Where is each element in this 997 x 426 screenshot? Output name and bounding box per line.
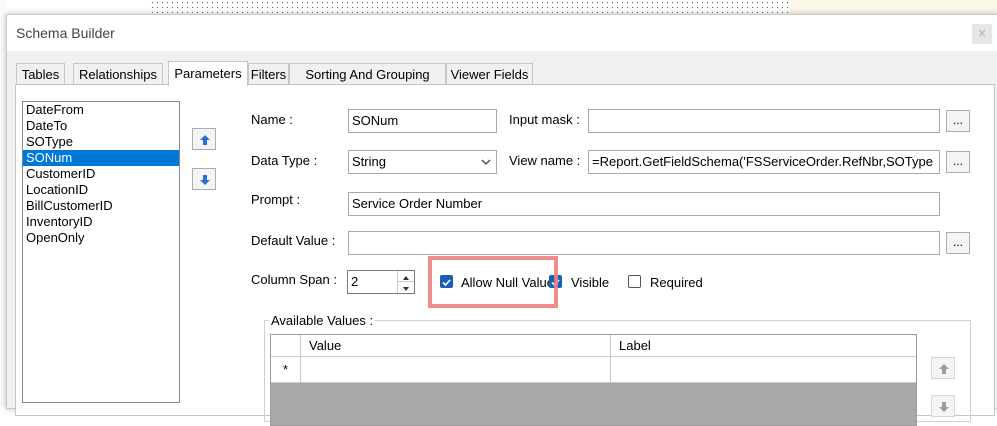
visible-label: Visible <box>571 275 610 290</box>
tab-relationships[interactable]: Relationships <box>73 63 163 85</box>
list-item[interactable]: DateFrom <box>23 102 179 118</box>
column-header-value[interactable]: Value <box>301 335 611 357</box>
column-header-label[interactable]: Label <box>611 335 916 357</box>
view-name-browse-button[interactable]: ... <box>946 151 970 173</box>
list-item-selected[interactable]: SONum <box>23 150 179 166</box>
list-item[interactable]: OpenOnly <box>23 230 179 246</box>
row-header-corner <box>271 335 301 357</box>
background-designer-grid <box>150 0 790 14</box>
default-value-field[interactable] <box>348 231 940 255</box>
grid-header-row: Value Label <box>271 335 916 357</box>
list-item[interactable]: LocationID <box>23 182 179 198</box>
list-item[interactable]: InventoryID <box>23 214 179 230</box>
input-mask-label: Input mask : <box>509 112 580 127</box>
default-value-browse-button[interactable]: ... <box>946 232 970 254</box>
list-item[interactable]: CustomerID <box>23 166 179 182</box>
schema-builder-dialog: Schema Builder ✕ Tables Relationships Pa… <box>6 14 997 426</box>
list-item[interactable]: DateTo <box>23 118 179 134</box>
spin-buttons <box>397 271 414 293</box>
tab-viewer-fields[interactable]: Viewer Fields <box>446 63 533 85</box>
input-mask-browse-button[interactable]: ... <box>946 110 970 132</box>
title-bar: Schema Builder ✕ <box>7 15 997 51</box>
tab-filters[interactable]: Filters <box>248 63 289 85</box>
parameter-list[interactable]: DateFrom DateTo SOType SONum CustomerID … <box>22 101 180 403</box>
view-name-field[interactable]: =Report.GetFieldSchema('FSServiceOrder.R… <box>588 150 940 174</box>
parameters-panel: DateFrom DateTo SOType SONum CustomerID … <box>15 84 995 426</box>
list-item[interactable]: BillCustomerID <box>23 198 179 214</box>
available-values-title: Available Values : <box>269 313 376 328</box>
list-item[interactable]: SOType <box>23 134 179 150</box>
required-checkbox[interactable] <box>628 275 641 288</box>
spin-down-icon <box>403 287 409 291</box>
label-cell[interactable] <box>611 357 916 383</box>
tab-parameters[interactable]: Parameters <box>168 61 248 86</box>
name-field[interactable]: SONum <box>348 109 497 133</box>
values-move-down-button[interactable] <box>931 395 955 417</box>
highlight-annotation <box>428 256 558 308</box>
name-label: Name : <box>251 112 293 127</box>
column-span-label: Column Span : <box>251 272 337 287</box>
spin-up-button[interactable] <box>398 271 414 282</box>
data-type-select[interactable]: String <box>348 150 497 174</box>
arrow-down-icon <box>200 175 210 185</box>
required-label: Required <box>650 275 703 290</box>
prompt-label: Prompt : <box>251 192 301 207</box>
tab-sorting-and-grouping[interactable]: Sorting And Grouping <box>289 63 446 85</box>
column-span-stepper[interactable]: 2 <box>347 270 415 294</box>
prompt-field[interactable]: Service Order Number <box>348 192 940 216</box>
data-type-value: String <box>352 154 386 169</box>
data-type-label: Data Type : <box>251 153 318 168</box>
value-cell[interactable] <box>301 357 611 383</box>
dialog-title: Schema Builder <box>16 25 115 41</box>
column-span-value: 2 <box>351 274 359 289</box>
values-move-up-button[interactable] <box>931 357 955 379</box>
input-mask-field[interactable] <box>588 109 940 133</box>
default-value-label: Default Value : <box>251 233 336 248</box>
spin-down-button[interactable] <box>398 282 414 293</box>
grid-empty-area <box>271 383 916 425</box>
tab-tables[interactable]: Tables <box>16 63 65 85</box>
close-icon: ✕ <box>977 28 987 40</box>
table-row: * <box>271 357 916 383</box>
move-up-button[interactable] <box>192 128 216 150</box>
chevron-down-icon <box>481 159 491 165</box>
new-row-marker: * <box>271 357 301 383</box>
available-values-grid[interactable]: Value Label * <box>270 334 917 426</box>
view-name-label: View name : <box>509 153 581 168</box>
arrow-down-icon <box>939 402 949 412</box>
arrow-up-icon <box>939 364 949 374</box>
move-down-button[interactable] <box>192 168 216 190</box>
close-button[interactable]: ✕ <box>972 24 992 44</box>
arrow-up-icon <box>200 135 210 145</box>
